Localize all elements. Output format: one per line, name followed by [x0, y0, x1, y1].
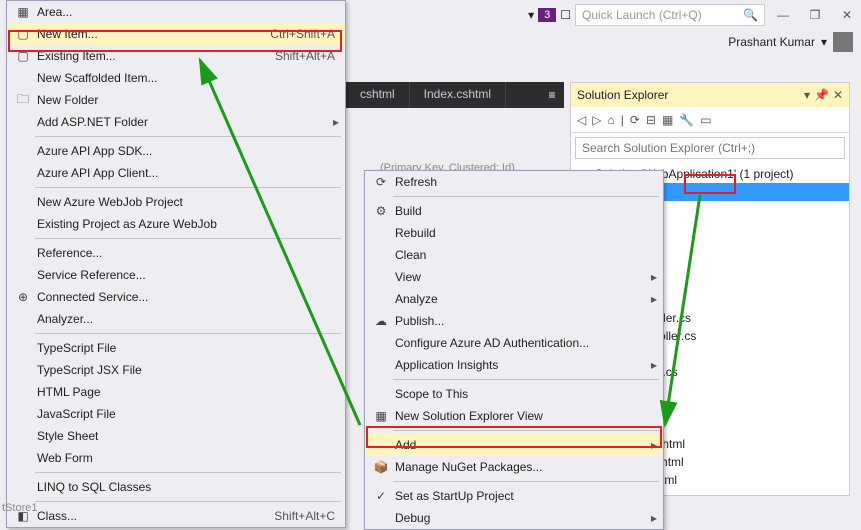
forward-icon[interactable]: ▷	[592, 113, 601, 127]
minimize-button[interactable]: —	[769, 4, 797, 26]
back-icon[interactable]: ◁	[577, 113, 586, 127]
chevron-down-icon[interactable]: ▾	[821, 35, 827, 49]
menu-new-webjob[interactable]: New Azure WebJob Project	[7, 191, 345, 213]
publish-icon: ☁	[369, 314, 393, 328]
menu-connected-service[interactable]: ⊕Connected Service...	[7, 286, 345, 308]
show-all-icon[interactable]: ▦	[662, 113, 673, 127]
menu-aspnet-folder[interactable]: Add ASP.NET Folder▸	[7, 111, 345, 133]
ctx-analyze[interactable]: Analyze▸	[365, 288, 663, 310]
menu-existing-item[interactable]: ▢Existing Item...Shift+Alt+A	[7, 45, 345, 67]
ctx-debug[interactable]: Debug▸	[365, 507, 663, 529]
menu-class[interactable]: ◧Class...Shift+Alt+C	[7, 505, 345, 527]
search-icon: 🔍	[743, 8, 758, 22]
dropdown-icon[interactable]: ▾	[804, 88, 810, 102]
user-name[interactable]: Prashant Kumar	[728, 35, 815, 49]
ctx-app-insights[interactable]: Application Insights▸	[365, 354, 663, 376]
menu-ts-jsx[interactable]: TypeScript JSX File	[7, 359, 345, 381]
existing-item-icon: ▢	[11, 49, 35, 63]
solution-toolbar: ◁ ▷ ⌂ | ⟳ ⊟ ▦ 🔧 ▭	[571, 107, 849, 133]
home-icon[interactable]: ⌂	[607, 113, 614, 127]
properties-icon[interactable]: 🔧	[679, 113, 694, 127]
ctx-refresh[interactable]: ⟳Refresh	[365, 171, 663, 193]
sol-view-icon: ▦	[369, 409, 393, 423]
menu-ts-file[interactable]: TypeScript File	[7, 337, 345, 359]
menu-js-file[interactable]: JavaScript File	[7, 403, 345, 425]
add-submenu: ▦Area... ▢New Item...Ctrl+Shift+A ▢Exist…	[6, 0, 346, 528]
flag-icon: ▾	[528, 8, 534, 22]
tab-cshtml[interactable]: cshtml	[346, 82, 410, 108]
close-button[interactable]: ✕	[833, 4, 861, 26]
area-icon: ▦	[11, 5, 35, 19]
solution-search-input[interactable]	[575, 137, 845, 159]
ctx-scope[interactable]: Scope to This	[365, 383, 663, 405]
menu-service-reference[interactable]: Service Reference...	[7, 264, 345, 286]
menu-linq[interactable]: LINQ to SQL Classes	[7, 476, 345, 498]
collapse-icon[interactable]: ⊟	[646, 113, 656, 127]
menu-web-form[interactable]: Web Form	[7, 447, 345, 469]
tab-overflow[interactable]: ≡	[540, 82, 564, 108]
editor-tabs: cshtml Index.cshtml	[346, 82, 562, 108]
nuget-icon: 📦	[369, 460, 393, 474]
build-icon: ⚙	[369, 204, 393, 218]
startup-icon: ✓	[369, 489, 393, 503]
menu-new-folder[interactable]: 🗀New Folder	[7, 89, 345, 111]
ctx-publish[interactable]: ☁Publish...	[365, 310, 663, 332]
menu-area[interactable]: ▦Area...	[7, 1, 345, 23]
preview-icon[interactable]: ▭	[700, 113, 711, 127]
ctx-nuget[interactable]: 📦Manage NuGet Packages...	[365, 456, 663, 478]
menu-new-scaffolded[interactable]: New Scaffolded Item...	[7, 67, 345, 89]
refresh-icon: ⟳	[369, 175, 393, 189]
menu-existing-webjob[interactable]: Existing Project as Azure WebJob	[7, 213, 345, 235]
menu-analyzer[interactable]: Analyzer...	[7, 308, 345, 330]
ctx-build[interactable]: ⚙Build	[365, 200, 663, 222]
avatar[interactable]	[833, 32, 853, 52]
notification-badge[interactable]: 3	[538, 8, 556, 22]
ctx-add[interactable]: Add▸	[365, 434, 663, 456]
menu-new-item[interactable]: ▢New Item...Ctrl+Shift+A	[7, 23, 345, 45]
ctx-startup[interactable]: ✓Set as StartUp Project	[365, 485, 663, 507]
pin-icon[interactable]: 📌	[814, 88, 829, 102]
tab-index-cshtml[interactable]: Index.cshtml	[410, 82, 506, 108]
refresh-icon[interactable]: ⟳	[630, 113, 640, 127]
quick-launch-placeholder: Quick Launch (Ctrl+Q)	[582, 8, 702, 22]
project-context-menu: ⟳Refresh ⚙Build Rebuild Clean View▸ Anal…	[364, 170, 664, 530]
ctx-rebuild[interactable]: Rebuild	[365, 222, 663, 244]
restore-button[interactable]: ❐	[801, 4, 829, 26]
feedback-icon[interactable]: ☐	[560, 8, 571, 22]
menu-html-page[interactable]: HTML Page	[7, 381, 345, 403]
new-item-icon: ▢	[11, 27, 35, 41]
connected-service-icon: ⊕	[11, 290, 35, 304]
folder-icon: 🗀	[11, 90, 35, 111]
statusbar-text: tStore1	[2, 502, 37, 514]
menu-azure-client[interactable]: Azure API App Client...	[7, 162, 345, 184]
quick-launch-input[interactable]: Quick Launch (Ctrl+Q) 🔍	[575, 4, 765, 26]
close-panel-icon[interactable]: ✕	[833, 88, 843, 102]
menu-style-sheet[interactable]: Style Sheet	[7, 425, 345, 447]
solution-explorer-title: Solution Explorer	[577, 88, 668, 102]
ctx-view[interactable]: View▸	[365, 266, 663, 288]
menu-azure-sdk[interactable]: Azure API App SDK...	[7, 140, 345, 162]
ctx-clean[interactable]: Clean	[365, 244, 663, 266]
ctx-azure-ad[interactable]: Configure Azure AD Authentication...	[365, 332, 663, 354]
ctx-new-sol-view[interactable]: ▦New Solution Explorer View	[365, 405, 663, 427]
menu-reference[interactable]: Reference...	[7, 242, 345, 264]
